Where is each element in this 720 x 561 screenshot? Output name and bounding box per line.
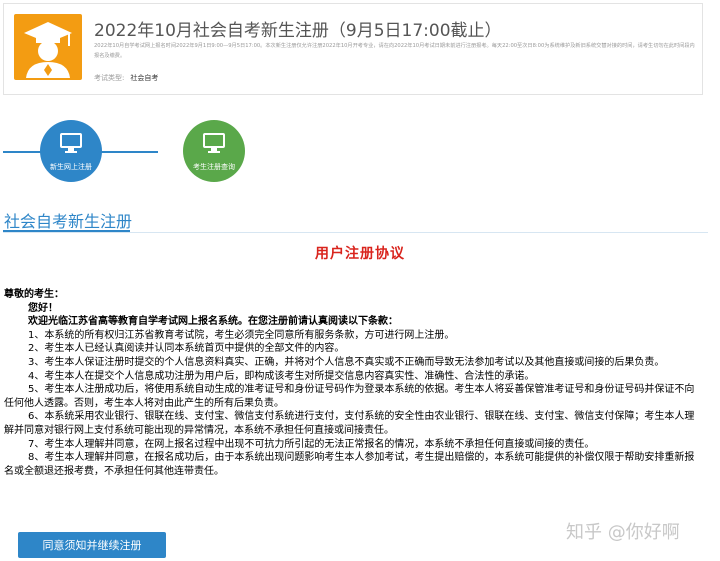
step-label: 新生网上注册	[50, 163, 92, 171]
agreement-clause: 4、考生本人在提交个人信息成功注册为用户后，即构成该考生对所提交信息内容真实性、…	[28, 370, 535, 382]
registration-notice: 2022年10月自学考试网上报名时间2022年9月1日9:00—9月5日17:0…	[94, 43, 695, 59]
exam-header-card: 2022年10月社会自考新生注册（9月5日17:00截止） 2022年10月自学…	[3, 3, 703, 95]
page-title: 2022年10月社会自考新生注册（9月5日17:00截止）	[94, 21, 502, 41]
agreement-clause: 5、考生本人注册成功后，将使用系统自动生成的准考证号和身份证号码作为登录本系统的…	[4, 384, 695, 409]
watermark: 知乎 @你好啊	[566, 522, 680, 543]
step-label: 考生注册查询	[193, 163, 235, 171]
agreement-text: 尊敬的考生： 您好！ 欢迎光临江苏省高等教育自学考试网上报名系统。在您注册前请认…	[4, 288, 704, 478]
exam-type-label: 考试类型:	[94, 74, 125, 82]
graduate-logo	[14, 14, 82, 80]
agreement-title: 用户注册协议	[315, 246, 405, 262]
agreement-hello: 您好！	[28, 302, 58, 314]
agreement-clause: 2、考生本人已经认真阅读并认同本系统首页中提供的全部文件的内容。	[28, 343, 345, 355]
agreement-greeting: 尊敬的考生：	[4, 289, 64, 300]
agreement-clause: 3、考生本人保证注册时提交的个人信息资料真实、正确，并将对个人信息不真实或不正确…	[28, 356, 665, 368]
step-new-registration[interactable]: 新生网上注册	[40, 120, 102, 182]
exam-type-value: 社会自考	[130, 74, 159, 82]
agree-continue-button[interactable]: 同意须知并继续注册	[18, 532, 166, 558]
agreement-clause: 6、本系统采用农业银行、银联在线、支付宝、微信支付系统进行支付，支付系统的安全性…	[4, 411, 695, 436]
monitor-icon	[60, 133, 82, 153]
exam-type-row: 考试类型: 社会自考	[94, 73, 158, 83]
step-registration-query[interactable]: 考生注册查询	[183, 120, 245, 182]
agreement-clause: 7、考生本人理解并同意，在网上报名过程中出现不可抗力所引起的无法正常报名的情况，…	[28, 438, 595, 450]
monitor-icon	[203, 133, 225, 153]
section-divider	[3, 232, 708, 233]
section-title: 社会自考新生注册	[4, 212, 133, 231]
agreement-clause: 8、考生本人理解并同意，在报名成功后，由于本系统出现问题影响考生本人参加考试，考…	[4, 452, 695, 477]
graduate-icon	[24, 22, 72, 78]
agreement-clause: 1、本系统的所有权归江苏省教育考试院，考生必须完全同意所有服务条款，方可进行网上…	[28, 329, 455, 341]
agreement-welcome: 欢迎光临江苏省高等教育自学考试网上报名系统。在您注册前请认真阅读以下条款：	[28, 316, 398, 328]
